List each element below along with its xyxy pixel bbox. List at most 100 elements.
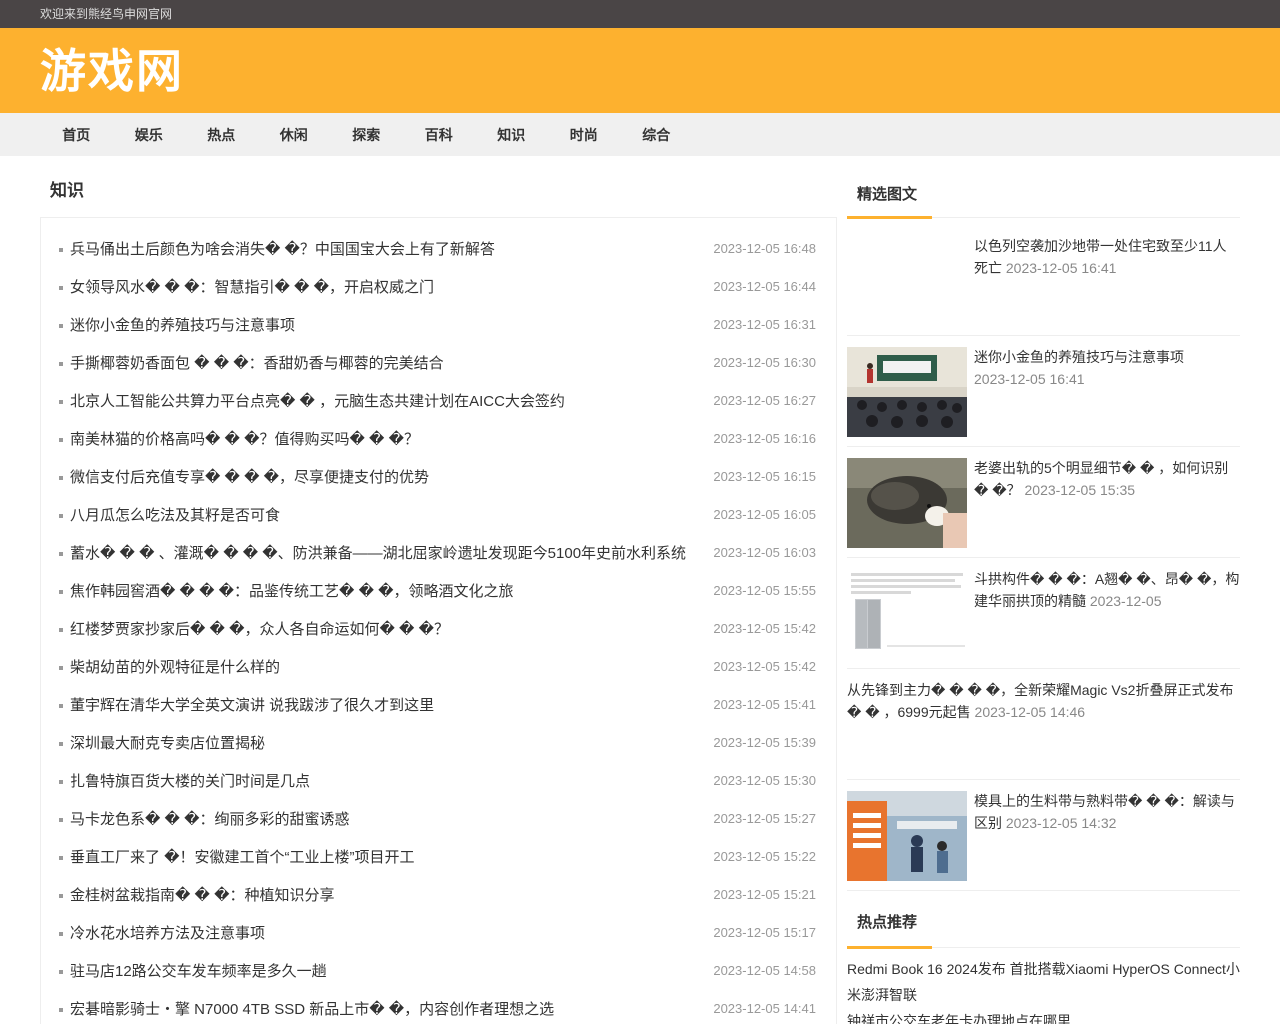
article-title[interactable]: 柴胡幼苗的外观特征是什么样的 [70, 656, 706, 677]
article-title[interactable]: 焦作韩园窖酒� � � �：品鉴传统工艺� � �，领略酒文化之旅 [70, 580, 706, 601]
bullet-icon [59, 400, 63, 404]
bullet-icon [59, 362, 63, 366]
bullet-icon [59, 286, 63, 290]
card-text[interactable]: 迷你小金鱼的养殖技巧与注意事项 2023-12-05 16:41 [974, 346, 1240, 390]
article-date: 2023-12-05 15:41 [713, 696, 816, 712]
nav-item-encyclopedia[interactable]: 百科 [403, 125, 476, 145]
featured-card[interactable]: 迷你小金鱼的养殖技巧与注意事项 2023-12-05 16:41 [847, 336, 1240, 447]
hedgehog-photo-thumb[interactable] [847, 458, 967, 548]
list-item[interactable]: 女领导风水� � �：智慧指引� � �，开启权威之门 2023-12-05 16… [59, 267, 816, 305]
list-item[interactable]: 北京人工智能公共算力平台点亮� � ，元脑生态共建计划在AICC大会签约 2023… [59, 381, 816, 419]
article-title[interactable]: 冷水花水培养方法及注意事项 [70, 922, 706, 943]
sidebar: 精选图文 以色列空袭加沙地带一处住宅致至少11人死亡 2023-12-05 16… [847, 156, 1240, 1024]
article-title[interactable]: 扎鲁特旗百货大楼的关门时间是几点 [70, 770, 706, 791]
list-item[interactable]: 柴胡幼苗的外观特征是什么样的 2023-12-05 15:42 [59, 647, 816, 685]
nav-item-leisure[interactable]: 休闲 [258, 125, 331, 145]
article-title[interactable]: 垂直工厂来了 �！安徽建工首个“工业上楼”项目开工 [70, 846, 706, 867]
article-date: 2023-12-05 16:16 [713, 430, 816, 446]
bullet-icon [59, 1008, 63, 1012]
card-date: 2023-12-05 15:35 [1024, 482, 1136, 498]
article-title[interactable]: 南美林猫的价格高吗� � �？值得购买吗� � �？ [70, 428, 706, 449]
article-date: 2023-12-05 15:22 [713, 848, 816, 864]
list-item[interactable]: 董宇辉在清华大学全英文演讲 说我跋涉了很久才到这里 2023-12-05 15:4… [59, 685, 816, 723]
list-item[interactable]: 驻马店12路公交车发车频率是多久一趟 2023-12-05 14:58 [59, 951, 816, 989]
hot-section: 热点推荐 [847, 886, 1240, 949]
card-title[interactable]: 迷你小金鱼的养殖技巧与注意事项 [974, 349, 1184, 365]
article-title[interactable]: 女领导风水� � �：智慧指引� � �，开启权威之门 [70, 276, 706, 297]
article-title[interactable]: 董宇辉在清华大学全英文演讲 说我跋涉了很久才到这里 [70, 694, 706, 715]
classroom-photo-thumb[interactable] [847, 347, 967, 437]
hot-item[interactable]: 钟祥市公交车老年卡办理地点在哪里 [847, 1008, 1240, 1024]
article-title[interactable]: 红楼梦贾家抄家后� � �，众人各自命运如何� � �？ [70, 618, 706, 639]
nav-item-entertainment[interactable]: 娱乐 [113, 125, 186, 145]
list-item[interactable]: 垂直工厂来了 �！安徽建工首个“工业上楼”项目开工 2023-12-05 15:2… [59, 837, 816, 875]
bullet-icon [59, 476, 63, 480]
featured-card[interactable]: 模具上的生料带与熟料带� � �：解读与区别 2023-12-05 14:32 [847, 780, 1240, 891]
article-title[interactable]: 手撕椰蓉奶香面包 � � �：香甜奶香与椰蓉的完美结合 [70, 352, 706, 373]
list-item[interactable]: 扎鲁特旗百货大楼的关门时间是几点 2023-12-05 15:30 [59, 761, 816, 799]
article-date: 2023-12-05 16:31 [713, 316, 816, 332]
card-date: 2023-12-05 [1089, 593, 1162, 609]
bullet-icon [59, 628, 63, 632]
card-text[interactable]: 从先锋到主力� � � �，全新荣耀Magic Vs2折叠屏正式发布� � ，6… [847, 679, 1240, 723]
card-text[interactable]: 斗拱构件� � �：A翘� �、昂� �，构建华丽拱顶的精髓 2023-12-0… [974, 568, 1240, 612]
nav-item-hot[interactable]: 热点 [185, 125, 258, 145]
article-title[interactable]: 宏碁暗影骑士・擎 N7000 4TB SSD 新品上市� �，内容创作者理想之选 [70, 998, 706, 1019]
service-area-photo-thumb[interactable] [847, 791, 967, 881]
list-item[interactable]: 南美林猫的价格高吗� � �？值得购买吗� � �？ 2023-12-05 16:… [59, 419, 816, 457]
article-date: 2023-12-05 16:03 [713, 544, 816, 560]
article-date: 2023-12-05 15:39 [713, 734, 816, 750]
list-item[interactable]: 宏碁暗影骑士・擎 N7000 4TB SSD 新品上市� �，内容创作者理想之选… [59, 989, 816, 1024]
featured-card[interactable]: 老婆出轨的5个明显细节� � ，如何识别� �？ 2023-12-05 15:3… [847, 447, 1240, 558]
article-title[interactable]: 驻马店12路公交车发车频率是多久一趟 [70, 960, 706, 981]
list-item[interactable]: 蓄水� � � 、灌溉� � � �、防洪兼备——湖北屈家岭遗址发现距今5100… [59, 533, 816, 571]
list-item[interactable]: 焦作韩园窖酒� � � �：品鉴传统工艺� � �，领略酒文化之旅 2023-12… [59, 571, 816, 609]
featured-header: 精选图文 [847, 156, 1240, 219]
card-date: 2023-12-05 16:41 [974, 371, 1085, 387]
bullet-icon [59, 742, 63, 746]
featured-card[interactable]: 斗拱构件� � �：A翘� �、昂� �，构建华丽拱顶的精髓 2023-12-0… [847, 558, 1240, 669]
featured-card[interactable]: 以色列空袭加沙地带一处住宅致至少11人死亡 2023-12-05 16:41 [847, 225, 1240, 336]
bullet-icon [59, 514, 63, 518]
article-title[interactable]: 金桂树盆栽指南� � �：种植知识分享 [70, 884, 706, 905]
article-date: 2023-12-05 15:17 [713, 924, 816, 940]
site-logo[interactable]: 游戏网 [40, 48, 184, 94]
list-item[interactable]: 冷水花水培养方法及注意事项 2023-12-05 15:17 [59, 913, 816, 951]
article-title[interactable]: 微信支付后充值专享� � � �，尽享便捷支付的优势 [70, 466, 706, 487]
list-item[interactable]: 兵马俑出土后颜色为啥会消失� �？中国国宝大会上有了新解答 2023-12-05 … [59, 229, 816, 267]
article-title[interactable]: 北京人工智能公共算力平台点亮� � ，元脑生态共建计划在AICC大会签约 [70, 390, 706, 411]
bullet-icon [59, 552, 63, 556]
article-title[interactable]: 迷你小金鱼的养殖技巧与注意事项 [70, 314, 706, 335]
bullet-icon [59, 780, 63, 784]
nav-item-explore[interactable]: 探索 [330, 125, 403, 145]
article-title[interactable]: 蓄水� � � 、灌溉� � � �、防洪兼备——湖北屈家岭遗址发现距今5100… [70, 542, 706, 563]
hot-title: 热点推荐 [857, 914, 918, 931]
list-item[interactable]: 微信支付后充值专享� � � �，尽享便捷支付的优势 2023-12-05 16:… [59, 457, 816, 495]
accent-underline [847, 216, 932, 219]
accent-underline [847, 946, 932, 949]
list-item[interactable]: 金桂树盆栽指南� � �：种植知识分享 2023-12-05 15:21 [59, 875, 816, 913]
list-item[interactable]: 深圳最大耐克专卖店位置揭秘 2023-12-05 15:39 [59, 723, 816, 761]
nav-item-general[interactable]: 综合 [620, 125, 693, 145]
hot-item[interactable]: Redmi Book 16 2024发布 首批搭载Xiaomi HyperOS … [847, 956, 1240, 1008]
nav-item-knowledge[interactable]: 知识 [475, 125, 548, 145]
article-title[interactable]: 八月瓜怎么吃法及其籽是否可食 [70, 504, 706, 525]
list-item[interactable]: 手撕椰蓉奶香面包 � � �：香甜奶香与椰蓉的完美结合 2023-12-05 16… [59, 343, 816, 381]
featured-card[interactable]: 从先锋到主力� � � �，全新荣耀Magic Vs2折叠屏正式发布� � ，6… [847, 669, 1240, 780]
article-date: 2023-12-05 16:44 [713, 278, 816, 294]
list-item[interactable]: 迷你小金鱼的养殖技巧与注意事项 2023-12-05 16:31 [59, 305, 816, 343]
article-title[interactable]: 深圳最大耐克专卖店位置揭秘 [70, 732, 706, 753]
phone-screenshot-thumb[interactable] [847, 569, 967, 659]
article-title[interactable]: 马卡龙色系� � �：绚丽多彩的甜蜜诱惑 [70, 808, 706, 829]
nav-item-fashion[interactable]: 时尚 [548, 125, 621, 145]
card-text[interactable]: 以色列空袭加沙地带一处住宅致至少11人死亡 2023-12-05 16:41 [974, 235, 1240, 279]
card-text[interactable]: 模具上的生料带与熟料带� � �：解读与区别 2023-12-05 14:32 [974, 790, 1240, 834]
article-date: 2023-12-05 16:05 [713, 506, 816, 522]
bullet-icon [59, 590, 63, 594]
list-item[interactable]: 红楼梦贾家抄家后� � �，众人各自命运如何� � �？ 2023-12-05 1… [59, 609, 816, 647]
list-item[interactable]: 马卡龙色系� � �：绚丽多彩的甜蜜诱惑 2023-12-05 15:27 [59, 799, 816, 837]
nav-item-home[interactable]: 首页 [40, 125, 113, 145]
card-text[interactable]: 老婆出轨的5个明显细节� � ，如何识别� �？ 2023-12-05 15:3… [974, 457, 1240, 501]
article-title[interactable]: 兵马俑出土后颜色为啥会消失� �？中国国宝大会上有了新解答 [70, 238, 706, 259]
list-item[interactable]: 八月瓜怎么吃法及其籽是否可食 2023-12-05 16:05 [59, 495, 816, 533]
